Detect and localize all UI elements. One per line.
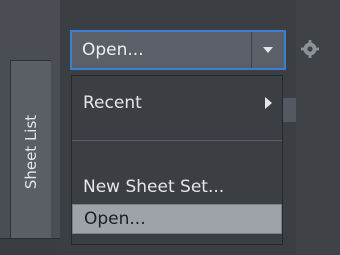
left-pane-footer: [0, 238, 60, 255]
menu-item-new-sheet-set[interactable]: New Sheet Set...: [72, 172, 282, 202]
settings-button[interactable]: [298, 37, 322, 61]
menu-item-label: Open...: [84, 209, 146, 229]
menu-item-open[interactable]: Open...: [72, 204, 282, 234]
tab-sheet-list-label: Sheet List: [22, 114, 40, 190]
menu-item-recent[interactable]: Recent: [72, 88, 282, 118]
chevron-down-icon: [263, 47, 273, 53]
combo-dropdown-button[interactable]: [251, 32, 284, 68]
menu-item-label: Recent: [83, 93, 142, 113]
tab-sheet-list[interactable]: Sheet List: [10, 60, 51, 244]
combo-value: Open...: [82, 40, 144, 60]
gear-icon: [301, 40, 319, 58]
sheet-set-combo[interactable]: Open...: [70, 30, 286, 70]
dropdown-menu: Recent New Sheet Set... Open...: [71, 75, 283, 245]
sheet-set-manager-panel: Sheet List Open... Recent New Sheet Set.…: [0, 0, 340, 255]
menu-separator: [72, 140, 282, 141]
menu-item-label: New Sheet Set...: [83, 177, 225, 197]
submenu-arrow-icon: [265, 97, 272, 109]
left-pane: Sheet List: [0, 0, 60, 255]
